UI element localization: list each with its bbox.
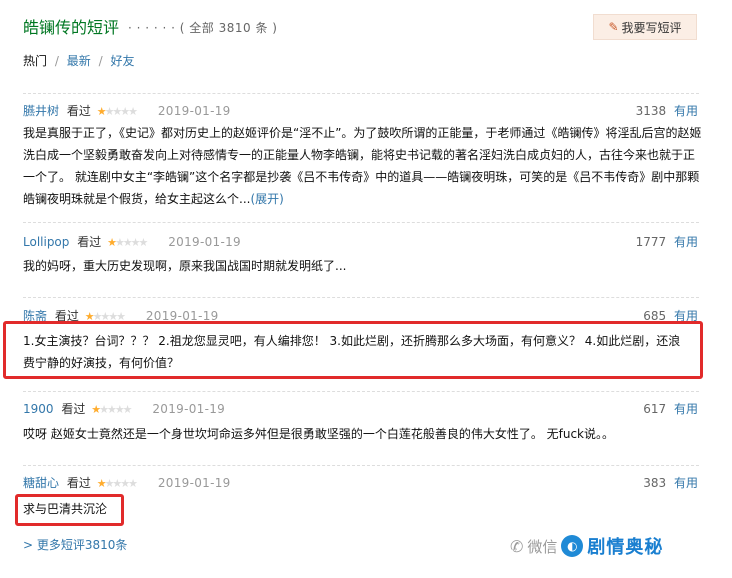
tab-separator: / — [54, 54, 59, 68]
tab-friends[interactable]: 好友 — [110, 54, 134, 68]
vote-area: 1777 有用 — [636, 235, 698, 249]
divider — [23, 297, 699, 298]
expand-link[interactable]: (展开) — [250, 192, 283, 206]
sort-tabs: 热门 / 最新 / 好友 — [23, 52, 138, 69]
comment-text: 我是真服于正了，《史记》都对历史上的赵姬评价是“淫不止”。为了鼓吹所谓的正能量，… — [23, 122, 703, 210]
watched-label: 看过 — [77, 235, 102, 249]
vote-area: 383 有用 — [643, 476, 698, 490]
rating-stars: ★★★★★ — [91, 403, 132, 416]
useful-button[interactable]: 有用 — [674, 235, 698, 249]
useful-button[interactable]: 有用 — [674, 476, 698, 490]
comment-meta: 1900 看过 ★★★★★ 2019-01-19 — [23, 402, 225, 417]
rating-stars: ★★★★★ — [107, 236, 148, 249]
vote-area: 3138 有用 — [636, 104, 698, 118]
rating-stars: ★★★★★ — [96, 105, 138, 118]
comment-user[interactable]: 1900 — [23, 402, 54, 416]
comment-meta: 臙井树 看过 ★★★★★ 2019-01-19 — [23, 104, 231, 119]
comment-date: 2019-01-19 — [157, 104, 231, 118]
divider — [23, 222, 699, 223]
watched-label: 看过 — [66, 104, 91, 118]
page-title: 皓镧传的短评 — [23, 18, 120, 37]
comment-date: 2019-01-19 — [152, 402, 226, 416]
vote-count: 617 — [643, 402, 667, 416]
tab-newest[interactable]: 最新 — [67, 54, 91, 68]
comment-meta: 糖甜心 看过 ★★★★★ 2019-01-19 — [23, 476, 231, 491]
watched-label: 看过 — [61, 402, 86, 416]
watermark: ✆ 微信 ◐ 剧情奥秘 — [510, 533, 663, 559]
comment-count[interactable]: · · · · · · ( 全部 3810 条 ) — [128, 19, 277, 36]
comment-user[interactable]: 糖甜心 — [23, 476, 59, 490]
comment-date: 2019-01-19 — [157, 476, 231, 490]
vote-count: 1777 — [635, 235, 667, 249]
comment-text: 求与巴清共沉沦 — [23, 502, 108, 516]
comment-date: 2019-01-19 — [168, 235, 241, 249]
tab-separator: / — [98, 54, 103, 68]
comment-user[interactable]: Lollipop — [23, 235, 69, 249]
write-review-label: 我要写短评 — [621, 20, 682, 35]
divider — [23, 391, 699, 392]
vote-area: 617 有用 — [643, 402, 698, 416]
watched-label: 看过 — [66, 476, 91, 490]
pencil-icon: ✎ — [608, 20, 619, 34]
comment-body: 我是真服于正了，《史记》都对历史上的赵姬评价是“淫不止”。为了鼓吹所谓的正能量，… — [23, 126, 702, 206]
tab-hot[interactable]: 热门 — [23, 54, 47, 68]
highlight-box — [15, 494, 124, 526]
comment-text: 我的妈呀，重大历史发现啊，原来我国战国时期就发明纸了... — [23, 259, 347, 273]
useful-button[interactable]: 有用 — [674, 402, 698, 416]
comment-text: 哎呀 赵姬女士竟然还是一个身世坎坷命运多舛但是很勇敢坚强的一个白莲花般善良的伟大… — [23, 427, 615, 441]
comment-meta: Lollipop 看过 ★★★★★ 2019-01-19 — [23, 235, 241, 250]
more-comments-link[interactable]: > 更多短评3810条 — [23, 536, 127, 553]
write-review-button[interactable]: ✎ 我要写短评 — [593, 14, 697, 40]
divider — [23, 465, 699, 466]
useful-button[interactable]: 有用 — [674, 104, 698, 118]
watermark-text: 微信 — [527, 537, 558, 556]
divider — [23, 93, 699, 94]
watermark-brand: 剧情奥秘 — [587, 537, 664, 558]
vote-count: 3138 — [635, 104, 667, 118]
highlight-box — [3, 321, 703, 379]
vote-count: 383 — [643, 476, 667, 490]
rating-stars: ★★★★★ — [96, 477, 138, 490]
brand-logo-icon: ◐ — [561, 535, 584, 557]
wechat-icon: ✆ — [510, 536, 524, 556]
comment-user[interactable]: 臙井树 — [23, 104, 59, 118]
